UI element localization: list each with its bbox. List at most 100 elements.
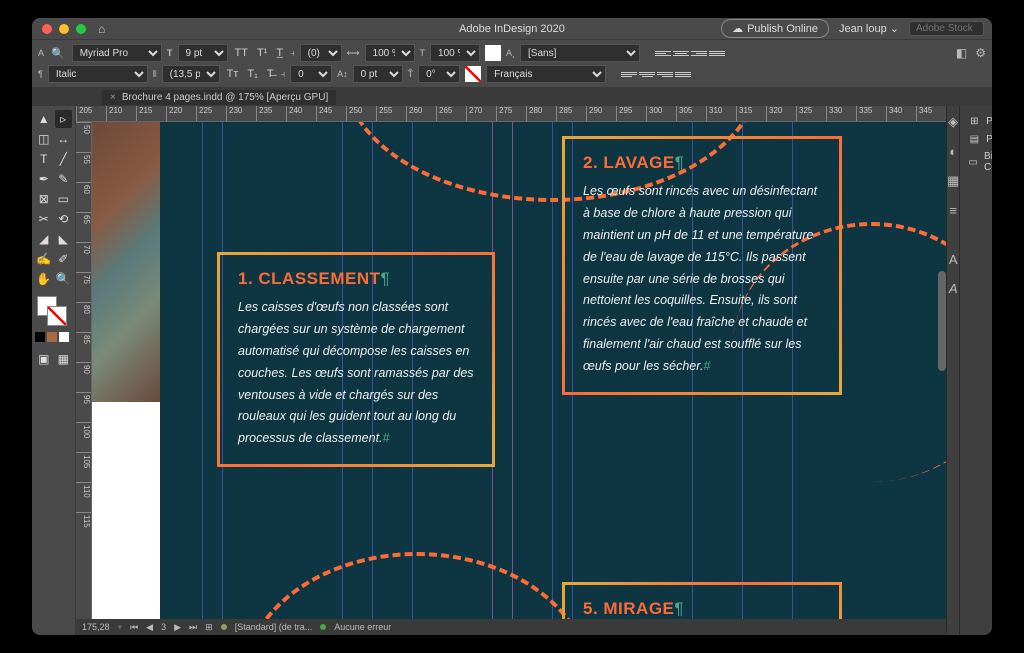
note-tool[interactable]: ✍ (35, 250, 53, 268)
vertical-scrollbar[interactable] (938, 271, 946, 371)
font-family-select[interactable]: Myriad Pro (72, 44, 162, 62)
cloud-icon: ☁ (732, 22, 743, 35)
page-nav-prev[interactable]: ◀ (146, 622, 153, 633)
character-icon[interactable]: A (38, 48, 44, 58)
preflight-profile[interactable]: [Standard] (de tra... (235, 622, 313, 632)
justify-right-button[interactable] (657, 67, 673, 81)
panel-swatches-icon[interactable]: ▦ (947, 173, 959, 189)
box2-body: Les œufs sont rincés avec un désinfectan… (583, 184, 817, 373)
panel-char-icon[interactable]: A (949, 252, 958, 267)
apply-none-swatch[interactable] (59, 332, 69, 342)
small-caps-icon[interactable]: Tᴛ (225, 68, 241, 80)
tracking-select[interactable]: 0 (290, 65, 332, 83)
align-right-button[interactable] (691, 46, 707, 60)
close-tab-icon[interactable]: × (110, 92, 116, 103)
skew-select[interactable]: 0° (418, 65, 460, 83)
textframe-mirage[interactable]: 5. MIRAGE¶ (562, 582, 842, 619)
panel-layers-icon[interactable]: ◈ (948, 114, 958, 130)
toolbox: ▲▹ ◫↔ T╱ ✒✎ ⊠▭ ✂⟲ ◢◣ ✍✐ ✋🔍 ▣▦ (32, 106, 76, 635)
paragraph-style-select[interactable]: [Sans] (520, 44, 640, 62)
stroke-color[interactable] (47, 306, 67, 326)
selection-tool[interactable]: ▲ (35, 110, 53, 128)
view-options-icon[interactable]: ◧ (956, 46, 967, 60)
adobe-stock-search[interactable] (909, 21, 984, 36)
rectangle-tool[interactable]: ▭ (55, 190, 73, 208)
superscript-icon[interactable]: T¹ (255, 47, 269, 59)
panel-cc-libraries[interactable]: ▭Bibliothèques CC (966, 148, 992, 176)
close-window-button[interactable] (42, 24, 52, 34)
gradient-feather-tool[interactable]: ◣ (55, 230, 73, 248)
baseline-select[interactable]: 0 pt (353, 65, 403, 83)
minimize-window-button[interactable] (59, 24, 69, 34)
color-control[interactable] (35, 296, 72, 326)
justify-center-button[interactable] (639, 67, 655, 81)
justify-full-button[interactable] (675, 67, 691, 81)
panel-properties[interactable]: ⊞Propriétés (966, 112, 992, 130)
type-tool[interactable]: T (35, 150, 53, 168)
vertical-ruler[interactable]: 50556065707580859095100105110115 (76, 122, 92, 619)
panel-stroke-icon[interactable]: ≡ (949, 203, 957, 218)
normal-view-mode[interactable]: ▣ (35, 350, 53, 368)
fill-swatch[interactable] (485, 45, 501, 61)
direct-selection-tool[interactable]: ▹ (55, 110, 73, 128)
pencil-tool[interactable]: ✎ (55, 170, 73, 188)
maximize-window-button[interactable] (76, 24, 86, 34)
strikethrough-icon[interactable]: T̶ (265, 68, 276, 80)
textframe-classement[interactable]: 1. CLASSEMENT¶ Les caisses d'œufs non cl… (217, 252, 495, 467)
publish-label: Publish Online (747, 23, 818, 35)
box1-title: 1. CLASSEMENT (238, 269, 381, 288)
user-menu[interactable]: Jean loup ⌄ (839, 22, 899, 35)
gap-tool[interactable]: ↔ (55, 130, 73, 148)
page-tool[interactable]: ◫ (35, 130, 53, 148)
panel-color-icon[interactable]: ◐ (949, 144, 957, 159)
font-size-select[interactable]: 9 pt (178, 44, 228, 62)
justify-button[interactable] (709, 46, 725, 60)
home-icon[interactable]: ⌂ (98, 22, 105, 36)
settings-icon[interactable]: ⚙ (975, 46, 986, 60)
document-tabs: × Brochure 4 pages.indd @ 175% [Aperçu G… (32, 88, 992, 106)
rectangle-frame-tool[interactable]: ⊠ (35, 190, 53, 208)
page-nav-next[interactable]: ▶ (174, 622, 181, 633)
hscale-select[interactable]: 100 % (365, 44, 415, 62)
page-number[interactable]: 3 (161, 622, 166, 632)
all-caps-icon[interactable]: TT (233, 47, 250, 59)
zoom-tool[interactable]: 🔍 (55, 270, 73, 288)
line-tool[interactable]: ╱ (55, 150, 73, 168)
gradient-swatch-tool[interactable]: ◢ (35, 230, 53, 248)
preflight-warning-icon (221, 624, 227, 630)
apply-color-swatch[interactable] (35, 332, 45, 342)
structure-icon[interactable]: ⊞ (205, 622, 213, 633)
preflight-errors[interactable]: Aucune erreur (334, 622, 391, 632)
vscale-select[interactable]: 100 % (430, 44, 480, 62)
horizontal-ruler[interactable]: 2052102152202252302352402452502552602652… (76, 106, 946, 122)
free-transform-tool[interactable]: ⟲ (55, 210, 73, 228)
align-left-button[interactable] (655, 46, 671, 60)
textframe-lavage[interactable]: 2. LAVAGE¶ Les œufs sont rincés avec un … (562, 136, 842, 395)
justify-left-button[interactable] (621, 67, 637, 81)
search-font-icon[interactable]: 🔍 (49, 47, 67, 60)
kerning-select[interactable]: (0) (300, 44, 342, 62)
zoom-level[interactable]: 175,28 (82, 622, 110, 632)
publish-online-button[interactable]: ☁ Publish Online (721, 19, 829, 38)
page-nav-last[interactable]: ⏭ (189, 622, 197, 633)
canvas[interactable]: 50556065707580859095100105110115 (76, 122, 946, 619)
apply-gradient-swatch[interactable] (47, 332, 57, 342)
eyedropper-tool[interactable]: ✐ (55, 250, 73, 268)
leading-select[interactable]: (13,5 pt) (162, 65, 220, 83)
paragraph-icon[interactable]: ¶ (38, 69, 43, 79)
page-nav-first[interactable]: ⏮ (130, 622, 138, 633)
properties-icon: ⊞ (968, 115, 980, 127)
hand-tool[interactable]: ✋ (35, 270, 53, 288)
panel-pages[interactable]: ▤Pages (966, 130, 992, 148)
subscript-icon[interactable]: T₁ (245, 68, 259, 80)
scissors-tool[interactable]: ✂ (35, 210, 53, 228)
preview-mode[interactable]: ▦ (55, 350, 73, 368)
pen-tool[interactable]: ✒ (35, 170, 53, 188)
underline-icon[interactable]: T̲ (274, 47, 285, 59)
panel-para-icon[interactable]: A (949, 281, 958, 296)
font-style-select[interactable]: Italic (48, 65, 148, 83)
align-center-button[interactable] (673, 46, 689, 60)
document-tab[interactable]: × Brochure 4 pages.indd @ 175% [Aperçu G… (102, 90, 336, 105)
stroke-swatch[interactable] (465, 66, 481, 82)
language-select[interactable]: Français (486, 65, 606, 83)
